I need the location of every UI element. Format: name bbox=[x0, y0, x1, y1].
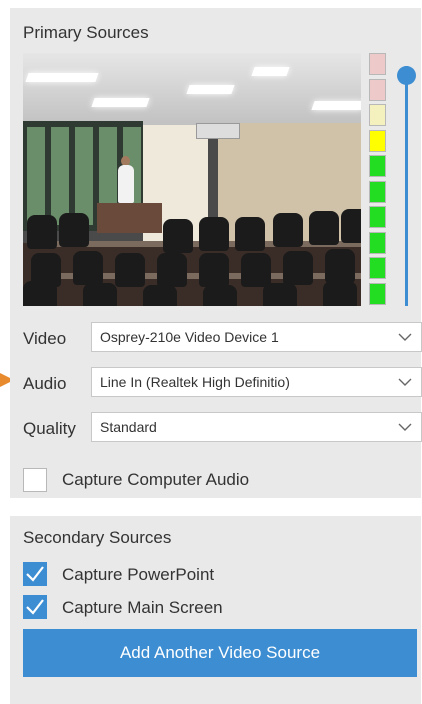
audio-label: Audio bbox=[23, 374, 67, 393]
preview-chair bbox=[163, 219, 193, 253]
capture-computer-audio-label: Capture Computer Audio bbox=[62, 470, 250, 489]
meter-segment bbox=[369, 155, 386, 177]
preview-chair bbox=[73, 251, 103, 285]
preview-podium bbox=[97, 203, 162, 233]
video-device-value: Osprey-210e Video Device 1 bbox=[100, 329, 279, 345]
volume-slider-track[interactable] bbox=[405, 66, 408, 306]
preview-window-pane bbox=[27, 127, 45, 225]
capture-computer-audio-checkbox[interactable] bbox=[23, 468, 47, 492]
preview-chair bbox=[309, 211, 339, 245]
audio-level-meter bbox=[369, 53, 388, 308]
quality-value: Standard bbox=[100, 419, 157, 435]
preview-chair bbox=[83, 283, 117, 306]
preview-chair bbox=[23, 281, 57, 306]
meter-segment bbox=[369, 206, 386, 228]
video-device-select[interactable]: Osprey-210e Video Device 1 bbox=[91, 322, 422, 352]
preview-window-pane bbox=[51, 127, 69, 225]
primary-sources-title: Primary Sources bbox=[23, 23, 149, 42]
preview-chair bbox=[283, 251, 313, 285]
preview-chair bbox=[235, 217, 265, 251]
capture-main-screen-label: Capture Main Screen bbox=[62, 598, 223, 617]
preview-light bbox=[25, 73, 99, 82]
preview-chair bbox=[273, 213, 303, 247]
preview-chair bbox=[199, 253, 229, 287]
chevron-down-icon bbox=[397, 374, 413, 390]
video-label: Video bbox=[23, 329, 67, 348]
primary-sources-panel: Primary Sources Video Osprey-210e Video … bbox=[10, 8, 422, 498]
volume-slider-thumb[interactable] bbox=[397, 66, 416, 85]
quality-select[interactable]: Standard bbox=[91, 412, 422, 442]
quality-label: Quality bbox=[23, 419, 76, 438]
preview-speaker bbox=[118, 165, 134, 203]
checkmark-icon bbox=[26, 566, 44, 582]
meter-segment bbox=[369, 282, 386, 305]
chevron-down-icon bbox=[397, 419, 413, 435]
preview-chair bbox=[199, 217, 229, 251]
meter-segment bbox=[369, 231, 386, 254]
preview-chair bbox=[143, 285, 177, 306]
preview-projector bbox=[196, 123, 240, 139]
preview-light bbox=[251, 67, 290, 76]
add-video-source-button[interactable]: Add Another Video Source bbox=[23, 629, 417, 677]
preview-chair bbox=[59, 213, 89, 247]
meter-segment bbox=[369, 257, 386, 279]
preview-light bbox=[91, 98, 150, 107]
checkmark-icon bbox=[26, 599, 44, 615]
preview-chair bbox=[323, 281, 357, 306]
preview-light bbox=[311, 101, 361, 110]
preview-chair bbox=[27, 215, 57, 249]
capture-main-screen-checkbox[interactable] bbox=[23, 595, 47, 619]
meter-segment bbox=[369, 129, 386, 152]
audio-device-select[interactable]: Line In (Realtek High Definitio) bbox=[91, 367, 422, 397]
preview-light bbox=[186, 85, 235, 94]
preview-chair bbox=[263, 283, 297, 306]
chevron-down-icon bbox=[397, 329, 413, 345]
video-preview bbox=[23, 53, 361, 306]
audio-device-value: Line In (Realtek High Definitio) bbox=[100, 374, 290, 390]
secondary-sources-title: Secondary Sources bbox=[23, 528, 172, 547]
preview-chair bbox=[157, 253, 187, 287]
preview-chair bbox=[203, 285, 237, 306]
meter-segment bbox=[369, 53, 386, 75]
preview-chair bbox=[241, 253, 271, 287]
preview-window-pane bbox=[75, 127, 93, 225]
preview-chair bbox=[325, 249, 355, 283]
capture-powerpoint-checkbox[interactable] bbox=[23, 562, 47, 586]
secondary-sources-panel: Secondary Sources Capture PowerPoint Cap… bbox=[10, 516, 421, 704]
meter-segment bbox=[369, 104, 386, 126]
meter-segment bbox=[369, 78, 386, 101]
preview-chair bbox=[115, 253, 145, 287]
preview-chair bbox=[341, 209, 361, 243]
capture-powerpoint-label: Capture PowerPoint bbox=[62, 565, 215, 584]
meter-segment bbox=[369, 180, 386, 203]
